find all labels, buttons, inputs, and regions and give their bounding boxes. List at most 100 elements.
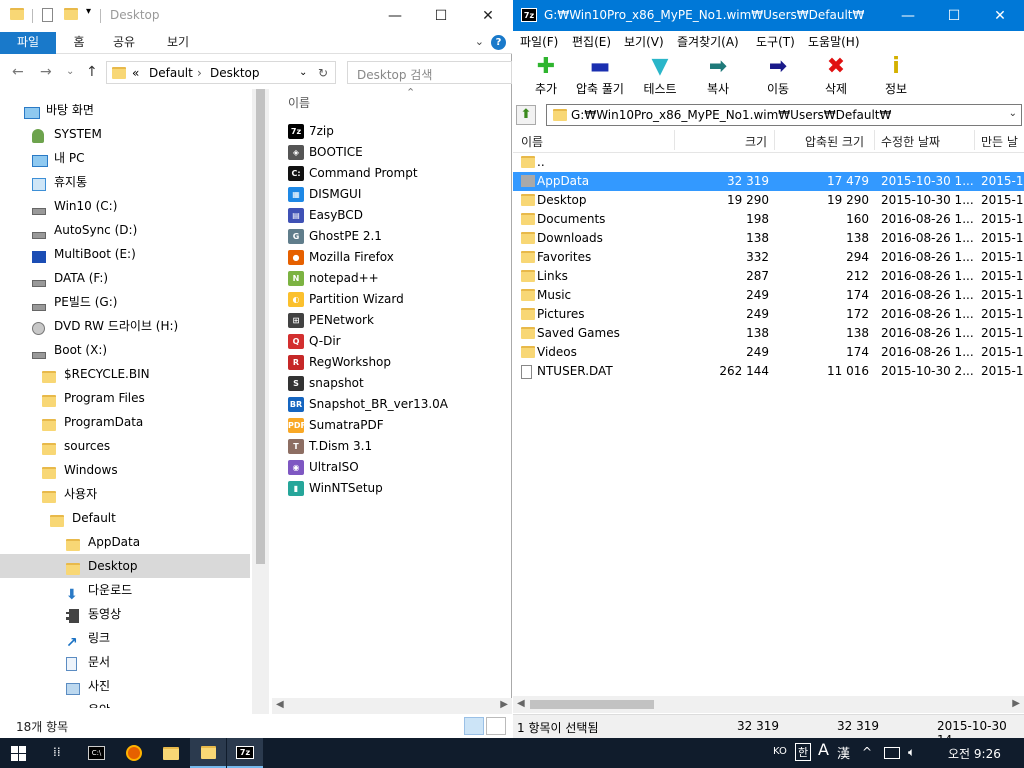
column-name[interactable]: 이름 — [521, 133, 543, 150]
tree-item[interactable]: MultiBoot (E:) — [0, 242, 250, 266]
table-row[interactable]: Music 249 174 2016-08-26 1... 2015-1 — [513, 286, 1024, 305]
menu-tools[interactable]: 도구(T) — [756, 33, 795, 50]
taskbar-firefox[interactable] — [116, 738, 152, 768]
ime-alpha-mode[interactable]: A — [818, 740, 829, 759]
menu-favorites[interactable]: 즐겨찾기(A) — [677, 33, 739, 50]
tree-item[interactable]: 휴지통 — [0, 170, 250, 194]
chevron-down-icon[interactable]: ⌄ — [1009, 108, 1017, 119]
help-icon[interactable]: ? — [491, 35, 506, 50]
menu-edit[interactable]: 편집(E) — [572, 33, 611, 50]
new-folder-icon[interactable] — [64, 8, 78, 20]
column-created[interactable]: 만든 날 — [981, 133, 1018, 150]
ime-hanja-mode[interactable]: 漢 — [837, 743, 850, 762]
forward-button[interactable]: → — [40, 64, 52, 80]
ime-hangul-mode[interactable]: 한 — [795, 743, 812, 761]
maximize-button[interactable]: ☐ — [931, 0, 977, 32]
scrollbar-thumb[interactable] — [530, 700, 654, 709]
table-row[interactable]: .. — [513, 153, 1024, 172]
column-divider[interactable] — [974, 130, 975, 150]
tree-item[interactable]: ⬇ 다운로드 — [0, 578, 250, 603]
column-packed[interactable]: 압축된 크기 — [805, 133, 864, 150]
tree-item[interactable]: Windows — [0, 458, 250, 482]
tree-scrollbar[interactable] — [252, 89, 269, 714]
list-hscrollbar[interactable]: ◀ ▶ — [272, 698, 512, 714]
tree-item[interactable]: 문서 — [0, 650, 250, 674]
customize-qat-icon[interactable]: ▾ — [86, 6, 100, 20]
tab-file[interactable]: 파일 — [0, 32, 56, 54]
info-button[interactable]: i 정보 — [863, 54, 929, 98]
taskbar-sevenzip[interactable]: 7z — [227, 738, 263, 768]
details-view-button[interactable] — [464, 717, 484, 735]
expand-ribbon-icon[interactable]: ⌄ — [475, 35, 484, 48]
search-input[interactable]: Desktop 검색 — [347, 61, 512, 84]
tree-item[interactable]: sources — [0, 434, 250, 458]
clock[interactable]: 오전 9:26 — [948, 745, 1001, 762]
column-divider[interactable] — [774, 130, 775, 150]
scroll-right-icon[interactable]: ▶ — [500, 699, 508, 710]
tree-item[interactable]: ↗ 링크 — [0, 626, 250, 651]
table-row[interactable]: Desktop 19 290 19 290 2015-10-30 1... 2015-1 — [513, 191, 1024, 210]
start-button[interactable] — [0, 738, 36, 768]
tree-item[interactable]: 바탕 화면 — [0, 98, 250, 122]
maximize-button[interactable]: ☐ — [418, 0, 464, 32]
breadcrumb-default[interactable]: Default — [149, 66, 193, 80]
column-header-name[interactable]: 이름 — [288, 94, 310, 111]
table-row[interactable]: AppData 32 319 17 479 2015-10-30 1... 2015-1 — [513, 172, 1024, 191]
tree-item[interactable]: ProgramData — [0, 410, 250, 434]
menu-help[interactable]: 도움말(H) — [808, 33, 860, 50]
input-language[interactable]: KO — [773, 746, 787, 757]
tree-item[interactable]: Default — [0, 506, 250, 530]
taskbar-explorer-window[interactable] — [190, 738, 226, 768]
tree-item[interactable]: $RECYCLE.BIN — [0, 362, 250, 386]
tree-item[interactable]: 동영상 — [0, 602, 250, 626]
delete-button[interactable]: ✖ 삭제 — [803, 54, 869, 98]
network-icon[interactable] — [884, 747, 900, 759]
tree-item[interactable]: Desktop — [0, 554, 250, 578]
tab-share[interactable]: 공유 — [106, 32, 142, 54]
tree-item[interactable]: AutoSync (D:) — [0, 218, 250, 242]
tab-view[interactable]: 보기 — [160, 32, 196, 54]
tree-item[interactable]: PE빌드 (G:) — [0, 290, 250, 314]
table-row[interactable]: Downloads 138 138 2016-08-26 1... 2015-1 — [513, 229, 1024, 248]
table-row[interactable]: Links 287 212 2016-08-26 1... 2015-1 — [513, 267, 1024, 286]
table-row[interactable]: Favorites 332 294 2016-08-26 1... 2015-1 — [513, 248, 1024, 267]
taskbar-file-explorer[interactable] — [152, 738, 188, 768]
large-icons-view-button[interactable] — [486, 717, 506, 735]
close-button[interactable]: ✕ — [977, 0, 1023, 32]
tree-item[interactable]: Win10 (C:) — [0, 194, 250, 218]
column-size[interactable]: 크기 — [745, 133, 767, 150]
tree-item[interactable]: DATA (F:) — [0, 266, 250, 290]
table-row[interactable]: NTUSER.DAT 262 144 11 016 2015-10-30 2... 20… — [513, 362, 1024, 381]
list-hscrollbar[interactable]: ◀ ▶ — [513, 696, 1024, 713]
tree-item[interactable]: ♪ 음악 — [0, 698, 250, 708]
tree-item[interactable]: SYSTEM — [0, 122, 250, 146]
properties-icon[interactable] — [42, 8, 53, 22]
address-bar[interactable]: « Default › Desktop ⌄ ↻ — [106, 61, 336, 84]
breadcrumb-desktop[interactable]: Desktop — [210, 66, 260, 80]
table-row[interactable]: Saved Games 138 138 2016-08-26 1... 2015-1 — [513, 324, 1024, 343]
back-button[interactable]: ← — [12, 64, 24, 80]
tree-item[interactable]: 사진 — [0, 674, 250, 698]
taskbar-cmd[interactable]: C:\ — [78, 738, 114, 768]
tree-item[interactable]: DVD RW 드라이브 (H:) — [0, 314, 250, 338]
table-row[interactable]: Videos 249 174 2016-08-26 1... 2015-1 — [513, 343, 1024, 362]
scroll-right-icon[interactable]: ▶ — [1012, 698, 1020, 709]
tab-home[interactable]: 홈 — [64, 32, 94, 54]
volume-icon[interactable]: 🔈︎ — [908, 745, 915, 760]
table-row[interactable]: Pictures 249 172 2016-08-26 1... 2015-1 — [513, 305, 1024, 324]
tree-item[interactable]: 사용자 — [0, 482, 250, 506]
extract-button[interactable]: ▬ 압축 풀기 — [567, 54, 633, 98]
task-view-button[interactable]: ⁞⁞ — [40, 738, 76, 768]
column-divider[interactable] — [874, 130, 875, 150]
tree-item[interactable]: Boot (X:) — [0, 338, 250, 362]
menu-view[interactable]: 보기(V) — [624, 33, 664, 50]
scrollbar-thumb[interactable] — [256, 89, 265, 564]
table-row[interactable]: Documents 198 160 2016-08-26 1... 2015-1 — [513, 210, 1024, 229]
scroll-left-icon[interactable]: ◀ — [276, 699, 284, 710]
up-button[interactable]: ↑ — [86, 64, 98, 80]
recent-locations-icon[interactable]: ⌄ — [66, 66, 74, 77]
tree-item[interactable]: AppData — [0, 530, 250, 554]
close-button[interactable]: ✕ — [465, 0, 511, 32]
minimize-button[interactable]: — — [885, 0, 931, 32]
refresh-icon[interactable]: ↻ — [318, 66, 328, 80]
